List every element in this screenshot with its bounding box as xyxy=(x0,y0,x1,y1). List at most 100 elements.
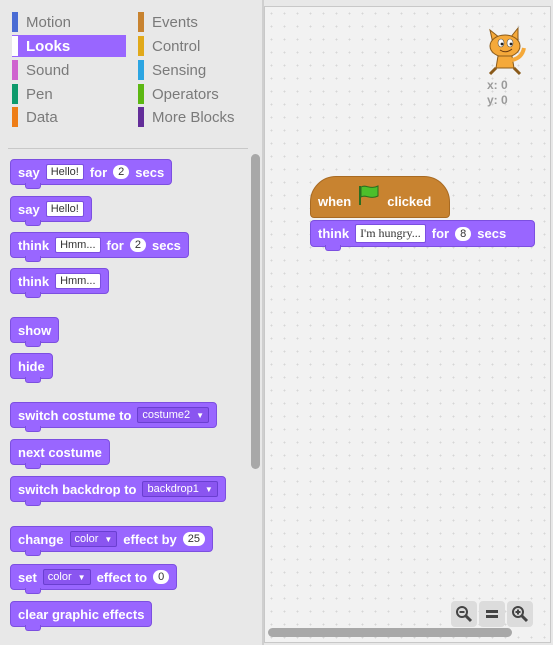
category-label: Looks xyxy=(26,37,71,55)
block-text: effect by xyxy=(123,531,177,547)
switch-costume-block[interactable]: switch costume to costume2 ▼ xyxy=(10,402,218,432)
zoom-out-icon[interactable] xyxy=(451,601,477,627)
category-label: Pen xyxy=(26,85,53,103)
effect-value-input[interactable]: 0 xyxy=(153,570,170,584)
more-blocks-color-swatch xyxy=(138,107,144,127)
block-text: for xyxy=(106,237,124,253)
costume-dropdown[interactable]: costume2 ▼ xyxy=(137,407,210,423)
category-events[interactable]: Events xyxy=(138,11,248,33)
x-coordinate: x: 0 xyxy=(487,78,508,93)
category-motion[interactable]: Motion xyxy=(12,11,126,33)
looks-blocks-list: say Hello! for 2 secs say Hello! think H… xyxy=(0,152,248,645)
category-divider xyxy=(8,148,248,149)
effect-dropdown[interactable]: color ▼ xyxy=(69,531,118,547)
dropdown-value: backdrop1 xyxy=(147,483,199,495)
zoom-reset-icon[interactable] xyxy=(479,601,505,627)
category-sensing[interactable]: Sensing xyxy=(138,59,248,81)
scripts-scrollbar-thumb[interactable] xyxy=(268,628,512,637)
zoom-in-icon[interactable] xyxy=(507,601,533,627)
message-input[interactable]: Hmm... xyxy=(55,237,101,253)
operators-color-swatch xyxy=(138,84,144,104)
block-text: show xyxy=(18,322,52,338)
y-value: 0 xyxy=(501,93,508,107)
category-looks[interactable]: Looks xyxy=(12,35,126,57)
block-text: clicked xyxy=(387,194,432,209)
show-block[interactable]: show xyxy=(10,317,60,347)
say-for-secs-block[interactable]: say Hello! for 2 secs xyxy=(10,159,173,189)
category-label: Data xyxy=(26,108,58,126)
when-flag-clicked-block[interactable]: when clicked xyxy=(310,176,450,218)
category-label: More Blocks xyxy=(152,108,235,126)
category-pen[interactable]: Pen xyxy=(12,83,126,105)
motion-color-swatch xyxy=(12,12,18,32)
clear-graphic-effects-block[interactable]: clear graphic effects xyxy=(10,601,153,631)
block-text: say xyxy=(18,201,40,217)
block-text: set xyxy=(18,569,37,585)
block-text: for xyxy=(89,164,108,180)
sprite-coordinates: x: 0 y: 0 xyxy=(487,78,508,108)
block-text: secs xyxy=(135,164,165,180)
block-text: think xyxy=(18,273,50,289)
category-control[interactable]: Control xyxy=(138,35,248,57)
think-for-secs-script-block[interactable]: think I'm hungry... for 8 secs xyxy=(310,220,535,251)
category-label: Sound xyxy=(26,61,70,79)
block-text: think xyxy=(18,237,50,253)
block-text: think xyxy=(318,226,350,241)
say-block[interactable]: say Hello! xyxy=(10,196,92,226)
palette-scrollbar-thumb[interactable] xyxy=(251,154,260,469)
block-text: clear graphic effects xyxy=(18,606,145,622)
dropdown-arrow-icon: ▼ xyxy=(204,484,213,494)
dropdown-value: color xyxy=(47,571,72,583)
block-text: next costume xyxy=(18,444,102,460)
switch-backdrop-block[interactable]: switch backdrop to backdrop1 ▼ xyxy=(10,476,226,506)
x-value: 0 xyxy=(501,78,508,92)
hide-block[interactable]: hide xyxy=(10,353,53,383)
green-flag-icon xyxy=(357,184,381,209)
change-effect-block[interactable]: change color ▼ effect by 25 xyxy=(10,526,213,556)
dropdown-value: costume2 xyxy=(142,409,191,421)
seconds-input[interactable]: 2 xyxy=(129,238,146,252)
message-input[interactable]: Hmm... xyxy=(55,273,101,289)
data-color-swatch xyxy=(12,107,18,127)
category-label: Control xyxy=(152,37,201,55)
scripts-horizontal-scrollbar[interactable] xyxy=(266,627,539,637)
effect-dropdown[interactable]: color ▼ xyxy=(42,569,91,585)
dropdown-arrow-icon: ▼ xyxy=(196,410,205,420)
think-for-secs-block[interactable]: think Hmm... for 2 secs xyxy=(10,232,189,262)
sound-color-swatch xyxy=(12,60,18,80)
category-label: Events xyxy=(152,13,198,31)
block-palette: Motion Looks Sound Pen Data Events Contr… xyxy=(0,0,262,645)
message-input[interactable]: I'm hungry... xyxy=(355,224,426,243)
seconds-input[interactable]: 2 xyxy=(113,165,130,179)
set-effect-block[interactable]: set color ▼ effect to 0 xyxy=(10,564,178,594)
y-label: y: xyxy=(487,93,498,107)
effect-amount-input[interactable]: 25 xyxy=(182,532,205,546)
category-sound[interactable]: Sound xyxy=(12,59,126,81)
x-label: x: xyxy=(487,78,498,92)
category-label: Operators xyxy=(152,85,219,103)
seconds-input[interactable]: 8 xyxy=(455,226,472,241)
message-input[interactable]: Hello! xyxy=(45,201,84,217)
backdrop-dropdown[interactable]: backdrop1 ▼ xyxy=(142,481,218,497)
next-costume-block[interactable]: next costume xyxy=(10,439,110,469)
block-text: say xyxy=(18,164,40,180)
block-text: effect to xyxy=(96,569,148,585)
think-block[interactable]: think Hmm... xyxy=(10,268,109,298)
palette-scrollbar[interactable] xyxy=(249,152,261,645)
y-coordinate: y: 0 xyxy=(487,93,508,108)
block-text: hide xyxy=(18,358,45,374)
looks-color-swatch xyxy=(12,36,18,56)
events-color-swatch xyxy=(138,12,144,32)
dropdown-arrow-icon: ▼ xyxy=(77,572,86,582)
message-input[interactable]: Hello! xyxy=(45,164,84,180)
dropdown-arrow-icon: ▼ xyxy=(104,534,113,544)
category-label: Motion xyxy=(26,13,72,31)
control-color-swatch xyxy=(138,36,144,56)
dropdown-value: color xyxy=(74,533,99,545)
category-operators[interactable]: Operators xyxy=(138,83,248,105)
zoom-controls xyxy=(451,601,537,629)
category-data[interactable]: Data xyxy=(12,106,126,128)
category-more-blocks[interactable]: More Blocks xyxy=(138,106,248,128)
block-text: switch backdrop to xyxy=(18,481,137,497)
block-text: change xyxy=(18,531,64,547)
